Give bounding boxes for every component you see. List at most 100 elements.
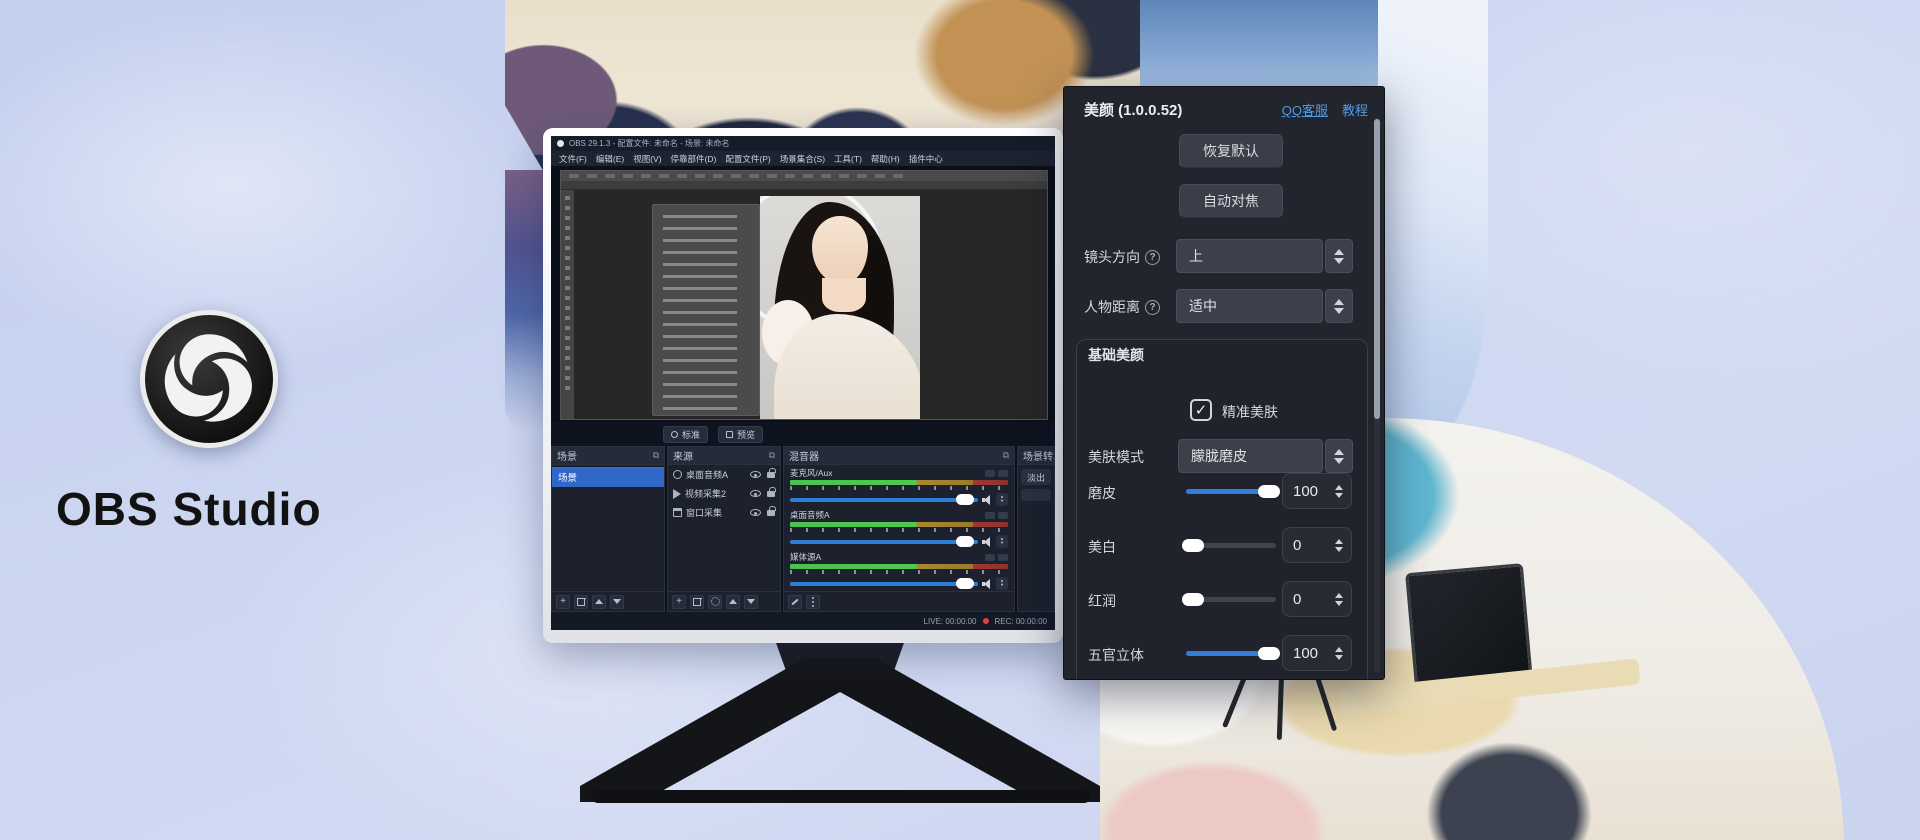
- chevron-down-icon[interactable]: [1335, 493, 1343, 498]
- chevron-down-icon[interactable]: [1335, 601, 1343, 606]
- scene-up-button[interactable]: [592, 595, 606, 609]
- menu-tools[interactable]: 工具(T): [834, 153, 862, 165]
- rosy-spinbox[interactable]: 0: [1282, 581, 1352, 617]
- qq-support-link[interactable]: QQ客服: [1282, 100, 1328, 119]
- popout-icon[interactable]: ⧉: [769, 450, 775, 461]
- volume-slider[interactable]: [790, 582, 978, 586]
- volume-slider[interactable]: [790, 540, 978, 544]
- source-row[interactable]: 桌面音频A: [668, 465, 780, 484]
- menu-edit[interactable]: 编辑(E): [596, 153, 624, 165]
- speaker-icon[interactable]: [982, 537, 992, 547]
- select-spinner[interactable]: [1325, 239, 1353, 273]
- headphone-icon[interactable]: [985, 470, 995, 477]
- channel-more-button[interactable]: [996, 577, 1008, 590]
- source-down-button[interactable]: [744, 595, 758, 609]
- menu-help[interactable]: 帮助(H): [871, 153, 900, 165]
- lock-icon[interactable]: [767, 510, 775, 516]
- camera-direction-select[interactable]: 上: [1176, 239, 1353, 273]
- popout-icon[interactable]: ⧉: [653, 450, 659, 461]
- menu-plugin-center[interactable]: 插件中心: [909, 153, 943, 165]
- facial-depth-spinbox[interactable]: 100: [1282, 635, 1352, 671]
- preview-preview-button[interactable]: 预览: [718, 426, 763, 443]
- headphone-icon[interactable]: [985, 512, 995, 519]
- popout-icon[interactable]: ⧉: [1003, 450, 1009, 461]
- lock-icon[interactable]: [767, 491, 775, 497]
- chevron-up-icon[interactable]: [1335, 485, 1343, 490]
- portrait-face: [812, 216, 868, 284]
- volume-slider-handle[interactable]: [956, 536, 974, 547]
- visibility-eye-icon[interactable]: [750, 490, 761, 497]
- chevron-up-icon[interactable]: [1335, 593, 1343, 598]
- transition-select[interactable]: 淡出: [1021, 469, 1051, 485]
- whitening-spinbox[interactable]: 0: [1282, 527, 1352, 563]
- whitening-slider[interactable]: [1186, 543, 1276, 548]
- volume-slider-handle[interactable]: [956, 578, 974, 589]
- photoshop-options-bar: [561, 181, 1047, 190]
- person-distance-select[interactable]: 适中: [1176, 289, 1353, 323]
- preview-standard-button[interactable]: 标准: [663, 426, 708, 443]
- skin-mode-select[interactable]: 朦胧磨皮: [1178, 439, 1353, 473]
- channel-more-button[interactable]: [996, 493, 1008, 506]
- rosy-slider[interactable]: [1186, 597, 1276, 602]
- slider-handle[interactable]: [1182, 539, 1204, 552]
- mixer-more-button[interactable]: [806, 595, 820, 609]
- headphone-icon[interactable]: [985, 554, 995, 561]
- select-spinner[interactable]: [1325, 439, 1353, 473]
- remove-scene-button[interactable]: [574, 595, 588, 609]
- speaker-icon[interactable]: [982, 495, 992, 505]
- help-icon[interactable]: ?: [1145, 300, 1160, 315]
- scene-down-button[interactable]: [610, 595, 624, 609]
- source-up-button[interactable]: [726, 595, 740, 609]
- channel-option-icons: [985, 554, 1008, 561]
- mixer-settings-button[interactable]: [788, 595, 802, 609]
- lock-icon[interactable]: [767, 472, 775, 478]
- menu-file[interactable]: 文件(F): [559, 153, 587, 165]
- add-source-button[interactable]: +: [672, 595, 686, 609]
- smoothing-spinbox[interactable]: 100: [1282, 473, 1352, 509]
- panel-scrollbar-thumb[interactable]: [1374, 119, 1380, 419]
- settings-icon[interactable]: [998, 512, 1008, 519]
- autofocus-button[interactable]: 自动对焦: [1179, 184, 1283, 218]
- chevron-up-icon[interactable]: [1335, 539, 1343, 544]
- scene-list-item[interactable]: 场景: [552, 467, 664, 487]
- menu-scene-collection[interactable]: 场景集合(S): [780, 153, 825, 165]
- volume-slider-handle[interactable]: [956, 494, 974, 505]
- menu-profile[interactable]: 配置文件(P): [725, 153, 770, 165]
- volume-slider[interactable]: [790, 498, 978, 502]
- add-scene-button[interactable]: +: [556, 595, 570, 609]
- app-title: OBS Studio: [56, 482, 386, 536]
- channel-more-button[interactable]: [996, 535, 1008, 548]
- basic-beauty-title: 基础美颜: [1088, 345, 1144, 365]
- speaker-icon[interactable]: [982, 579, 992, 589]
- transitions-dock-title: 场景转场: [1023, 448, 1055, 463]
- precise-skin-checkbox[interactable]: ✓: [1190, 399, 1212, 421]
- settings-icon[interactable]: [998, 470, 1008, 477]
- slider-handle[interactable]: [1182, 593, 1204, 606]
- chevron-up-icon[interactable]: [1335, 647, 1343, 652]
- slider-handle[interactable]: [1258, 485, 1280, 498]
- facial-depth-slider[interactable]: [1186, 651, 1276, 656]
- tutorial-link[interactable]: 教程: [1342, 100, 1368, 119]
- source-row[interactable]: 窗口采集: [668, 503, 780, 522]
- slider-handle[interactable]: [1258, 647, 1280, 660]
- live-status: LIVE: 00:00:00: [924, 617, 977, 626]
- visibility-eye-icon[interactable]: [750, 509, 761, 516]
- smoothing-slider[interactable]: [1186, 489, 1276, 494]
- chevron-down-icon[interactable]: [1335, 655, 1343, 660]
- menu-view[interactable]: 视图(V): [633, 153, 661, 165]
- meter-ticks: [790, 570, 1008, 574]
- source-row[interactable]: 视频采集2: [668, 484, 780, 503]
- restore-defaults-button[interactable]: 恢复默认: [1179, 134, 1283, 168]
- chevron-down-icon[interactable]: [1335, 547, 1343, 552]
- remove-source-button[interactable]: [690, 595, 704, 609]
- settings-icon[interactable]: [998, 554, 1008, 561]
- obs-titlebar: OBS 29.1.3 - 配置文件: 未命名 - 场景: 未命名: [551, 136, 1055, 151]
- select-spinner[interactable]: [1325, 289, 1353, 323]
- help-icon[interactable]: ?: [1145, 250, 1160, 265]
- menu-docks[interactable]: 停靠部件(D): [671, 153, 717, 165]
- source-name: 窗口采集: [686, 506, 746, 519]
- camera-direction-value: 上: [1176, 239, 1323, 273]
- transition-option-button[interactable]: [1021, 489, 1051, 501]
- source-properties-button[interactable]: [708, 595, 722, 609]
- visibility-eye-icon[interactable]: [750, 471, 761, 478]
